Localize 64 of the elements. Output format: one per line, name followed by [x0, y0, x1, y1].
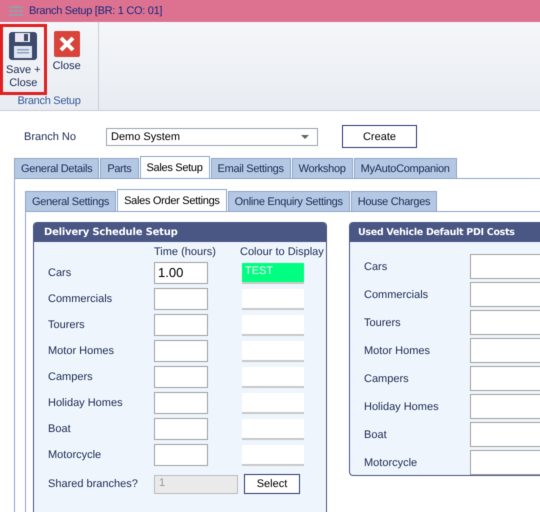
time-field[interactable] — [154, 314, 208, 336]
colour-field[interactable] — [242, 288, 304, 310]
branch-label: Branch No — [24, 130, 77, 142]
time-field[interactable] — [154, 418, 208, 440]
row-label: Campers — [48, 371, 94, 383]
colour-field[interactable] — [242, 314, 304, 336]
tab[interactable]: House Charges — [350, 191, 438, 211]
row-label: Campers — [364, 372, 410, 384]
panel-title: Delivery Schedule Setup — [34, 223, 326, 242]
time-field[interactable]: 1.00 — [154, 262, 208, 284]
cost-field[interactable] — [470, 310, 540, 335]
row-label: Cars — [48, 267, 72, 279]
close-button[interactable]: Close — [46, 24, 87, 95]
cost-field[interactable] — [470, 254, 540, 279]
time-field[interactable] — [154, 288, 208, 310]
colour-field[interactable] — [242, 444, 304, 466]
row-label: Cars — [364, 260, 388, 272]
caret-icon — [301, 134, 309, 138]
row-label: Holiday Homes — [364, 400, 440, 412]
tab[interactable]: General Details — [14, 158, 100, 178]
row-label: Motor Homes — [364, 344, 432, 356]
row-label: Commercials — [364, 288, 430, 300]
colour-field[interactable] — [242, 366, 304, 388]
tab[interactable]: MyAutoCompanion — [354, 158, 457, 178]
branch-dropdown[interactable]: Demo System — [106, 128, 318, 146]
create-button[interactable]: Create — [342, 125, 417, 148]
shared-branches-label: Shared branches? — [48, 478, 139, 490]
tab[interactable]: Workshop — [292, 158, 353, 178]
time-field[interactable] — [154, 444, 208, 466]
window-title: Branch Setup [BR: 1 CO: 01] — [29, 5, 162, 17]
row-label: Tourers — [48, 319, 86, 331]
row-label: Tourers — [364, 316, 402, 328]
row-label: Boat — [364, 428, 388, 440]
row-label: Holiday Homes — [48, 397, 124, 409]
tab[interactable]: Sales Setup — [140, 156, 210, 178]
group-label: Branch Setup — [16, 95, 82, 109]
select-button[interactable]: Select — [244, 474, 300, 494]
cost-field[interactable] — [470, 366, 540, 391]
cost-field[interactable] — [470, 338, 540, 363]
tab[interactable]: General Settings — [25, 191, 116, 211]
panel-title: Used Vehicle Default PDI Costs — [350, 223, 540, 242]
time-field[interactable] — [154, 366, 208, 388]
cost-field[interactable] — [470, 422, 540, 447]
colour-field[interactable] — [242, 340, 304, 362]
time-field[interactable] — [154, 392, 208, 414]
column-header: Time (hours) — [154, 246, 217, 258]
cost-field[interactable] — [470, 450, 540, 475]
colour-field[interactable] — [242, 418, 304, 440]
column-header: Colour to Display — [240, 246, 325, 258]
row-label: Motor Homes — [48, 345, 116, 357]
cost-field[interactable] — [470, 394, 540, 419]
close-icon — [54, 31, 80, 57]
time-field[interactable] — [154, 340, 208, 362]
colour-field[interactable] — [242, 392, 304, 414]
tab[interactable]: Email Settings — [210, 158, 291, 178]
tab[interactable]: Sales Order Settings — [117, 189, 227, 211]
save-close-button[interactable]: Save + Close — [0, 24, 47, 95]
row-label: Motorcycle — [364, 456, 418, 468]
row-label: Motorcycle — [48, 449, 102, 461]
row-label: Commercials — [48, 293, 114, 305]
cost-field[interactable] — [470, 282, 540, 307]
tab[interactable]: Parts — [100, 158, 139, 178]
tab[interactable]: Online Enquiry Settings — [228, 191, 350, 211]
row-label: Boat — [48, 423, 72, 435]
